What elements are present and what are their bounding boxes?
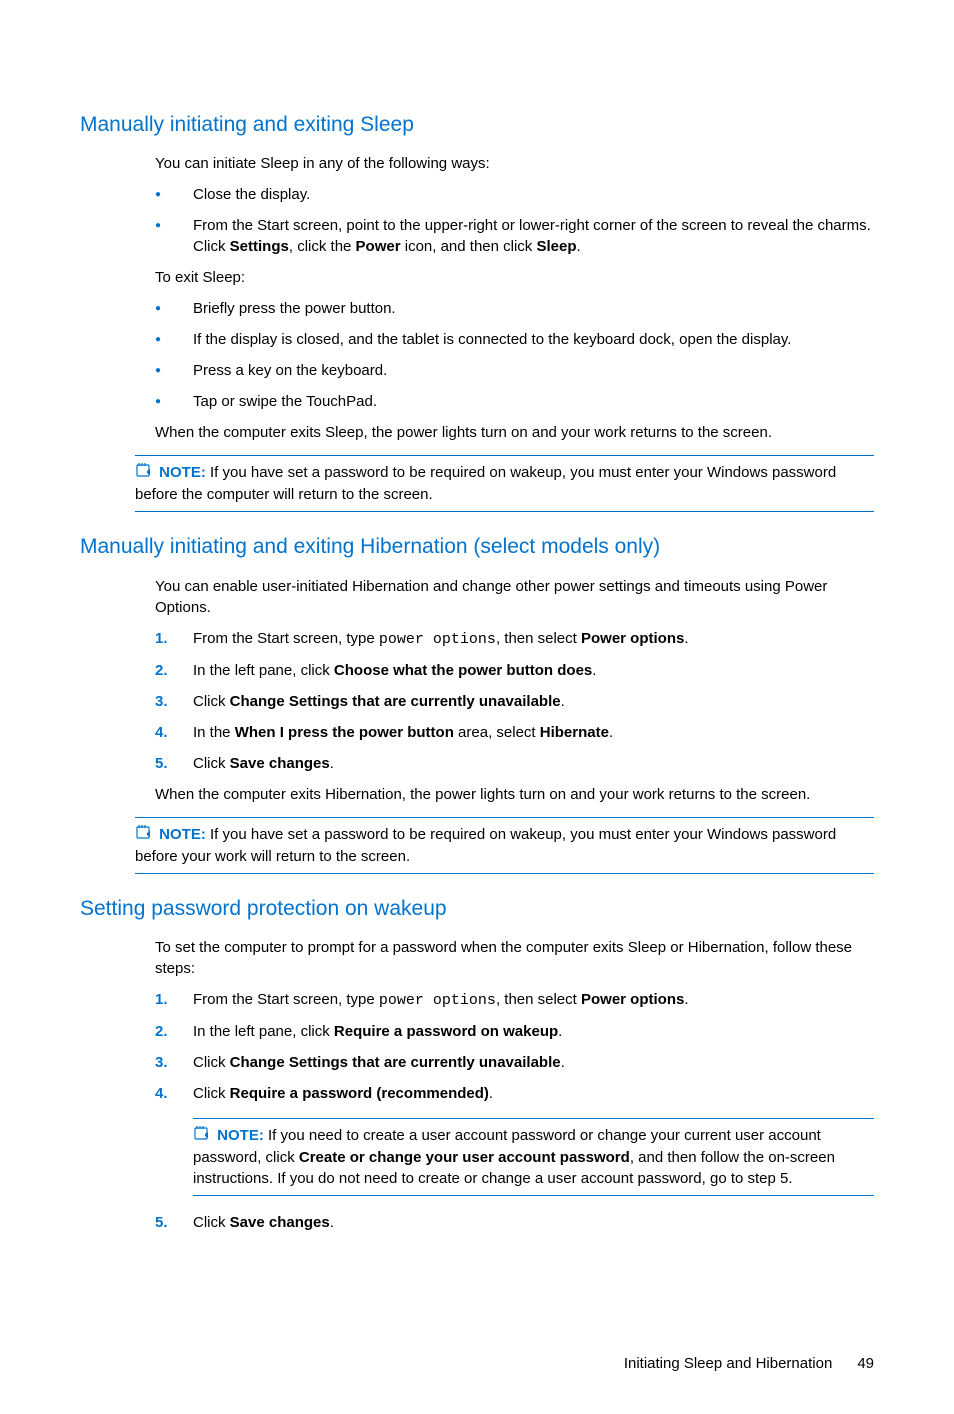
text: icon, and then click	[401, 238, 537, 255]
heading-hibernation: Manually initiating and exiting Hibernat…	[80, 532, 874, 561]
text: From the Start screen, type	[193, 630, 379, 647]
note-text: If you have set a password to be require…	[135, 464, 836, 503]
bold-text: Choose what the power button does	[334, 662, 592, 679]
password-intro: To set the computer to prompt for a pass…	[155, 937, 874, 979]
text: area, select	[454, 724, 540, 741]
note-block: NOTE: If you have set a password to be r…	[135, 817, 874, 874]
bold-text: Save changes	[230, 1214, 330, 1231]
text: .	[609, 724, 613, 741]
list-item: Click Save changes.	[155, 1212, 874, 1233]
heading-sleep: Manually initiating and exiting Sleep	[80, 110, 874, 139]
text: Click	[193, 693, 230, 710]
text: .	[684, 630, 688, 647]
text: Click	[193, 1085, 230, 1102]
bold-text: Change Settings that are currently unava…	[230, 1054, 561, 1071]
sleep-initiate-list: Close the display. From the Start screen…	[155, 184, 874, 257]
hibernation-steps: From the Start screen, type power option…	[155, 628, 874, 774]
list-item: Close the display.	[155, 184, 874, 205]
list-item: Tap or swipe the TouchPad.	[155, 391, 874, 412]
list-item: Click Change Settings that are currently…	[155, 691, 874, 712]
note-block: NOTE: If you have set a password to be r…	[135, 455, 874, 512]
bold-text: Require a password (recommended)	[230, 1085, 489, 1102]
note-label: NOTE:	[217, 1127, 264, 1144]
text: .	[330, 1214, 334, 1231]
text: .	[561, 693, 565, 710]
note-icon	[135, 824, 153, 846]
list-item: Press a key on the keyboard.	[155, 360, 874, 381]
bold-text: Sleep	[536, 238, 576, 255]
sleep-exit-list: Briefly press the power button. If the d…	[155, 298, 874, 412]
bold-text: Require a password on wakeup	[334, 1023, 558, 1040]
footer-title: Initiating Sleep and Hibernation	[624, 1355, 832, 1372]
note-label: NOTE:	[159, 826, 206, 843]
list-item: In the left pane, click Require a passwo…	[155, 1021, 874, 1042]
text: In the	[193, 724, 235, 741]
list-item: From the Start screen, point to the uppe…	[155, 215, 874, 257]
sleep-after: When the computer exits Sleep, the power…	[155, 422, 874, 443]
bold-text: Power options	[581, 991, 684, 1008]
mono-text: power options	[379, 992, 496, 1009]
bold-text: Power	[356, 238, 401, 255]
note-text: If you have set a password to be require…	[135, 826, 836, 865]
note-block: NOTE: If you need to create a user accou…	[193, 1118, 874, 1196]
text: Click	[193, 1214, 230, 1231]
bold-text: Save changes	[230, 755, 330, 772]
bold-text: Settings	[230, 238, 289, 255]
bold-text: Change Settings that are currently unava…	[230, 693, 561, 710]
bold-text: When I press the power button	[235, 724, 454, 741]
text: , click the	[289, 238, 356, 255]
hibernation-intro: You can enable user-initiated Hibernatio…	[155, 576, 874, 618]
text: Click	[193, 755, 230, 772]
text: From the Start screen, type	[193, 991, 379, 1008]
page-number: 49	[857, 1355, 874, 1372]
text: In the left pane, click	[193, 1023, 334, 1040]
list-item: Click Save changes.	[155, 753, 874, 774]
list-item: Briefly press the power button.	[155, 298, 874, 319]
text: , then select	[496, 991, 581, 1008]
sleep-exit-intro: To exit Sleep:	[155, 267, 874, 288]
note-label: NOTE:	[159, 464, 206, 481]
text: .	[684, 991, 688, 1008]
text: .	[561, 1054, 565, 1071]
bold-text: Power options	[581, 630, 684, 647]
text: .	[592, 662, 596, 679]
list-item: From the Start screen, type power option…	[155, 989, 874, 1011]
text: Click	[193, 1054, 230, 1071]
hibernation-after: When the computer exits Hibernation, the…	[155, 784, 874, 805]
list-item: Click Require a password (recommended). …	[155, 1083, 874, 1196]
text: .	[577, 238, 581, 255]
bold-text: Create or change your user account passw…	[299, 1149, 630, 1166]
list-item: Click Change Settings that are currently…	[155, 1052, 874, 1073]
page-footer: Initiating Sleep and Hibernation 49	[80, 1353, 874, 1374]
text: .	[489, 1085, 493, 1102]
bold-text: Hibernate	[540, 724, 609, 741]
note-icon	[193, 1125, 211, 1147]
password-steps: From the Start screen, type power option…	[155, 989, 874, 1233]
text: .	[330, 755, 334, 772]
text: , then select	[496, 630, 581, 647]
heading-password: Setting password protection on wakeup	[80, 894, 874, 923]
list-item: In the left pane, click Choose what the …	[155, 660, 874, 681]
list-item: From the Start screen, type power option…	[155, 628, 874, 650]
sleep-intro: You can initiate Sleep in any of the fol…	[155, 153, 874, 174]
mono-text: power options	[379, 631, 496, 648]
text: In the left pane, click	[193, 662, 334, 679]
note-icon	[135, 462, 153, 484]
list-item: If the display is closed, and the tablet…	[155, 329, 874, 350]
text: .	[558, 1023, 562, 1040]
list-item: In the When I press the power button are…	[155, 722, 874, 743]
